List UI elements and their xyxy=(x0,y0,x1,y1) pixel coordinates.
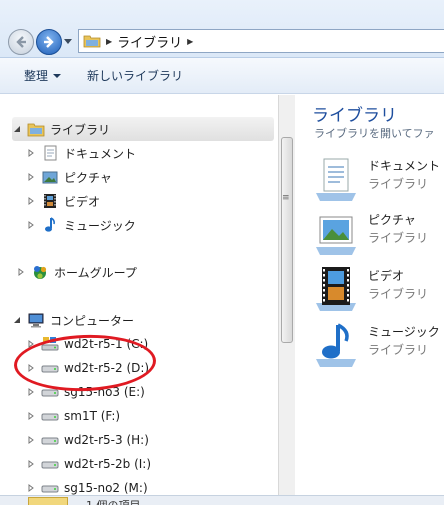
tree-item-documents[interactable]: ドキュメント xyxy=(26,141,136,165)
tree-item-drive[interactable]: wd2t-r5-2b (I:) xyxy=(26,452,151,476)
libraries-icon xyxy=(27,120,45,138)
tree-label: sg15-no2 (M:) xyxy=(64,481,148,495)
tree-label: wd2t-r5-2b (I:) xyxy=(64,457,152,471)
music-library-icon xyxy=(312,321,360,369)
collapse-arrow-icon[interactable] xyxy=(12,315,22,325)
address-box[interactable]: ▶ ライブラリ ▶ xyxy=(78,29,444,53)
pictures-library-icon xyxy=(312,209,360,257)
library-item-videos[interactable]: ビデオ ライブラリ xyxy=(312,265,444,315)
content-title: ライブラリ xyxy=(312,106,397,126)
content-pane: ライブラリ ライブラリを開いてファ ドキュメント ライブラリ ピクチャ ライブラ… xyxy=(296,95,444,505)
film-strip-icon xyxy=(41,192,59,210)
recent-pages-dropdown-icon[interactable] xyxy=(64,39,72,45)
tree-label: ホームグループ xyxy=(54,265,137,280)
library-item-pictures[interactable]: ピクチャ ライブラリ xyxy=(312,209,444,259)
library-type: ライブラリ xyxy=(368,343,429,357)
tree-item-music[interactable]: ミュージック xyxy=(26,213,136,237)
tree-item-videos[interactable]: ビデオ xyxy=(26,189,100,213)
tree-label: sm1T (F:) xyxy=(64,409,121,423)
library-folder-icon xyxy=(83,35,101,48)
organize-label: 整理 xyxy=(24,69,49,83)
breadcrumb-separator-icon[interactable]: ▶ xyxy=(187,37,193,46)
library-folder-icon xyxy=(28,497,68,505)
music-note-icon xyxy=(41,216,59,234)
tree-label: ビデオ xyxy=(64,194,101,209)
new-library-label: 新しいライブラリ xyxy=(87,69,184,83)
library-name: ミュージック xyxy=(368,325,440,339)
tree-item-pictures[interactable]: ピクチャ xyxy=(26,165,112,189)
collapse-arrow-icon[interactable] xyxy=(12,124,22,134)
expand-arrow-icon[interactable] xyxy=(26,196,36,206)
navigation-pane-scrollbar[interactable]: ≡ xyxy=(278,95,295,505)
content-subtitle: ライブラリを開いてファ xyxy=(314,127,435,140)
back-arrow-icon xyxy=(16,36,26,48)
library-item-music[interactable]: ミュージック ライブラリ xyxy=(312,321,444,371)
scrollbar-thumb[interactable] xyxy=(281,137,293,343)
tree-item-drive[interactable]: wd2t-r5-3 (H:) xyxy=(26,428,149,452)
splitter-grip-icon[interactable]: ≡ xyxy=(282,193,290,203)
library-name: ビデオ xyxy=(368,269,405,283)
expand-arrow-icon[interactable] xyxy=(26,387,36,397)
tree-label: ミュージック xyxy=(64,218,136,233)
forward-button[interactable] xyxy=(36,29,62,55)
documents-library-icon xyxy=(312,155,360,203)
expand-arrow-icon[interactable] xyxy=(26,172,36,182)
tree-label: wd2t-r5-3 (H:) xyxy=(64,433,149,447)
tree-label: ドキュメント xyxy=(64,146,137,161)
chevron-down-icon xyxy=(53,73,62,78)
tree-item-computer[interactable]: コンピューター xyxy=(12,308,134,332)
command-bar: 整理 新しいライブラリ xyxy=(0,58,444,94)
tree-label: ライブラリ xyxy=(50,122,111,137)
homegroup-icon xyxy=(31,263,49,281)
expand-arrow-icon[interactable] xyxy=(26,483,36,493)
breadcrumb-separator-icon[interactable]: ▶ xyxy=(106,37,112,46)
hard-drive-icon xyxy=(41,455,59,473)
forward-arrow-icon xyxy=(44,36,54,48)
computer-icon xyxy=(27,311,45,329)
library-type: ライブラリ xyxy=(368,231,429,245)
expand-arrow-icon[interactable] xyxy=(26,411,36,421)
videos-library-icon xyxy=(312,265,360,313)
details-pane: 1 個の項目 xyxy=(0,495,444,505)
hard-drive-icon xyxy=(41,431,59,449)
new-library-button[interactable]: 新しいライブラリ xyxy=(79,63,191,88)
library-item-documents[interactable]: ドキュメント ライブラリ xyxy=(312,155,444,205)
tree-label: ピクチャ xyxy=(64,170,112,185)
expand-arrow-icon[interactable] xyxy=(26,148,36,158)
expand-arrow-icon[interactable] xyxy=(26,459,36,469)
library-type: ライブラリ xyxy=(368,177,429,191)
expand-arrow-icon[interactable] xyxy=(16,267,26,277)
library-type: ライブラリ xyxy=(368,287,429,301)
expand-arrow-icon[interactable] xyxy=(26,435,36,445)
tree-label: コンピューター xyxy=(50,313,135,328)
library-name: ドキュメント xyxy=(368,159,441,173)
documents-icon xyxy=(41,144,59,162)
navigation-pane: ライブラリ ドキュメント ピクチャ ビデオ ミュージック ホームグループ コンピ… xyxy=(0,95,278,505)
tree-item-homegroup[interactable]: ホームグループ xyxy=(16,260,137,284)
address-bar-area: ▶ ライブラリ ▶ xyxy=(0,0,444,58)
hard-drive-icon xyxy=(41,407,59,425)
organize-button[interactable]: 整理 xyxy=(16,63,69,88)
expand-arrow-icon[interactable] xyxy=(26,220,36,230)
library-name: ピクチャ xyxy=(368,213,416,227)
item-count-text: 1 個の項目 xyxy=(86,497,141,505)
back-button[interactable] xyxy=(8,29,34,55)
tree-item-libraries[interactable]: ライブラリ xyxy=(12,117,274,141)
pictures-icon xyxy=(41,168,59,186)
tree-item-drive[interactable]: sm1T (F:) xyxy=(26,404,120,428)
breadcrumb-libraries[interactable]: ライブラリ xyxy=(117,32,182,51)
